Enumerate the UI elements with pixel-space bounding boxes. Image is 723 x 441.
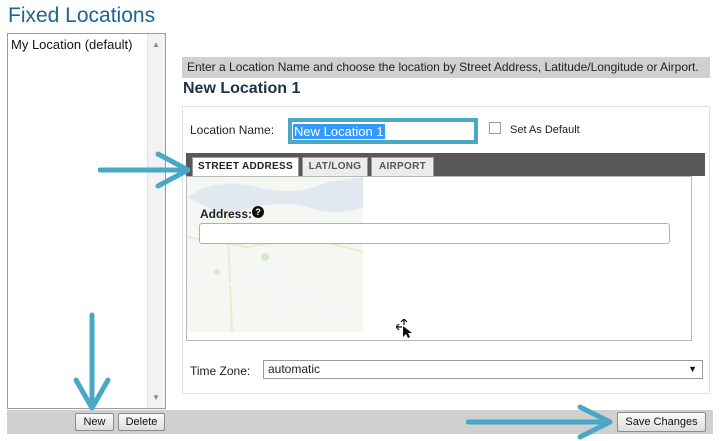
arrow-to-new-icon — [73, 312, 111, 411]
instructions-bar: Enter a Location Name and choose the loc… — [182, 57, 710, 78]
location-name-input[interactable]: New Location 1 — [288, 118, 478, 144]
set-default-checkbox[interactable] — [489, 122, 501, 134]
save-changes-button[interactable]: Save Changes — [617, 412, 706, 432]
location-name-label: Location Name: — [190, 123, 275, 137]
scroll-down-icon[interactable]: ▼ — [152, 393, 160, 402]
timezone-label: Time Zone: — [190, 364, 251, 378]
arrow-to-save-icon — [466, 404, 613, 440]
set-default-label: Set As Default — [510, 124, 580, 136]
chevron-down-icon: ▼ — [688, 364, 697, 374]
list-scrollbar[interactable]: ▲ ▼ — [147, 34, 165, 408]
location-heading: New Location 1 — [183, 80, 301, 97]
map-background — [187, 177, 363, 332]
cursor-icon — [396, 319, 412, 338]
location-name-value: New Location 1 — [293, 124, 385, 139]
tab-airport[interactable]: AIRPORT — [371, 157, 434, 176]
help-icon[interactable]: ? — [252, 206, 264, 218]
arrow-to-tab-icon — [98, 151, 191, 189]
tab-street-address[interactable]: STREET ADDRESS — [192, 157, 299, 177]
address-input[interactable] — [199, 223, 670, 244]
tab-lat-long[interactable]: LAT/LONG — [302, 157, 368, 176]
address-label: Address: — [200, 207, 253, 221]
timezone-select[interactable]: automatic ▼ — [263, 360, 703, 379]
list-item[interactable]: My Location (default) — [11, 37, 132, 52]
timezone-value: automatic — [268, 362, 321, 376]
street-address-panel — [186, 176, 692, 341]
page-title: Fixed Locations — [8, 4, 156, 27]
delete-button[interactable]: Delete — [118, 413, 165, 431]
scroll-up-icon[interactable]: ▲ — [152, 40, 160, 49]
new-button[interactable]: New — [75, 413, 114, 431]
